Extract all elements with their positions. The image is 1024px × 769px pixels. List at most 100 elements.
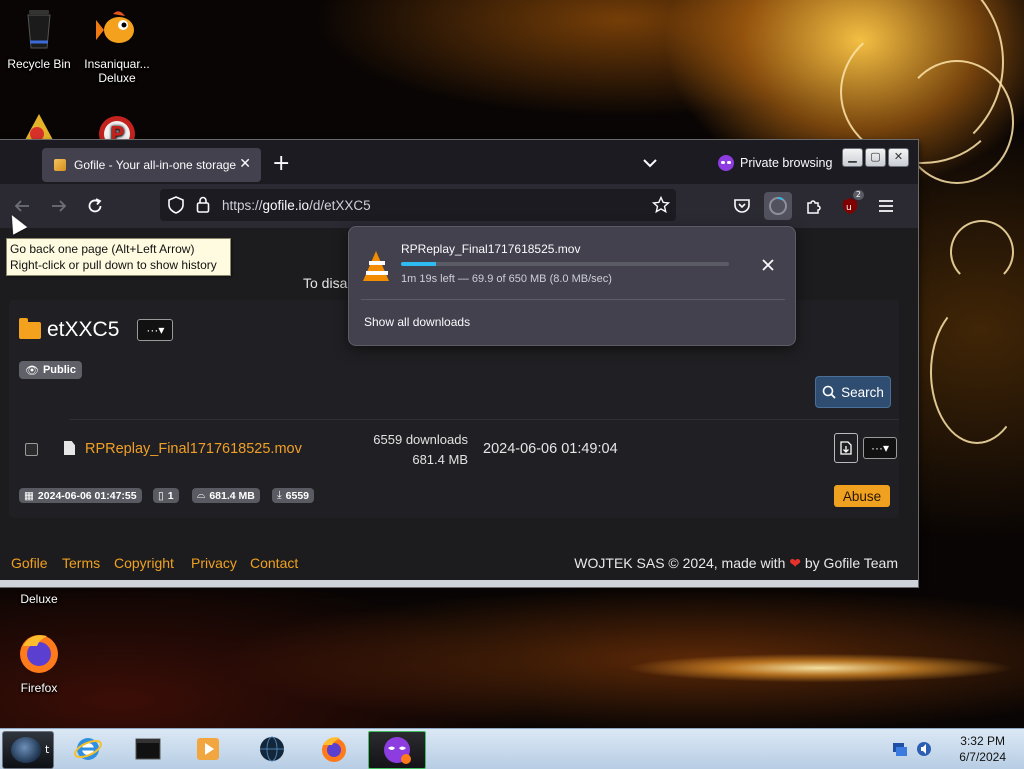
vlc-cone-stripe (366, 271, 388, 275)
cancel-download-button[interactable] (758, 255, 778, 275)
url-text[interactable]: https://gofile.io/d/etXXC5 (222, 198, 371, 213)
footer-link-gofile[interactable]: Gofile (11, 555, 48, 571)
total-downloads-pill: ⤓ 6559 (272, 488, 315, 503)
file-download-count: 6559 downloads (373, 432, 468, 447)
reload-icon (88, 198, 102, 213)
taskbar-firefox[interactable] (306, 731, 362, 767)
file-count-pill: ▯ 1 (153, 488, 179, 503)
tab-gofile[interactable]: Gofile - Your all-in-one storage ✕ (42, 148, 261, 182)
reload-button[interactable] (83, 194, 107, 218)
tab-close-icon[interactable]: ✕ (239, 157, 251, 171)
search-button-label: Search (841, 384, 884, 400)
folder-menu-button[interactable]: ···▾ (137, 319, 174, 341)
app-menu-button[interactable] (872, 192, 900, 220)
volume-icon[interactable] (916, 741, 932, 757)
download-file-name: RPReplay_Final1717618525.mov (401, 242, 581, 256)
search-button[interactable]: Search (815, 376, 891, 408)
internet-explorer-icon (74, 738, 102, 760)
start-button[interactable]: t (2, 731, 54, 769)
file-date: 2024-06-06 01:49:04 (483, 441, 618, 457)
desktop-icon-recycle-bin[interactable]: Recycle Bin (0, 6, 78, 71)
total-downloads: 6559 (285, 489, 310, 502)
file-menu-button[interactable]: ···▾ (863, 437, 897, 459)
panel-divider (361, 299, 785, 300)
folder-name: etXXC5 (47, 318, 120, 341)
file-name-link[interactable]: RPReplay_Final1717618525.mov (85, 441, 302, 457)
footer-link-privacy[interactable]: Privacy (191, 555, 237, 571)
taskbar-firefox-private[interactable] (368, 731, 426, 769)
download-status: 1m 19s left — 69.9 of 650 MB (8.0 MB/sec… (401, 273, 612, 285)
files-icon: ▯ (158, 489, 164, 502)
footer-link-terms[interactable]: Terms (62, 555, 100, 571)
footer-credit-prefix: WOJTEK SAS © 2024, made with (574, 555, 786, 571)
tab-title: Gofile - Your all-in-one storage (74, 158, 237, 172)
downloads-button[interactable] (764, 192, 792, 220)
desktop-icon-label: Deluxe (98, 71, 136, 85)
desktop-icon-firefox[interactable]: Firefox (0, 630, 78, 695)
search-icon (822, 385, 836, 399)
taskbar-internet-explorer[interactable] (60, 731, 116, 767)
footer-link-contact[interactable]: Contact (250, 555, 298, 571)
maximize-button[interactable]: ▢ (865, 148, 886, 167)
firefox-private-icon (384, 737, 411, 764)
minimize-button[interactable]: ▁ (842, 148, 863, 167)
system-clock[interactable]: 3:32 PM 6/7/2024 (959, 733, 1006, 765)
forward-button[interactable] (47, 194, 71, 218)
taskbar-media-player[interactable] (180, 731, 236, 767)
shield-icon[interactable] (168, 196, 184, 214)
firefox-window: Gofile - Your all-in-one storage ✕ + Pri… (0, 140, 918, 587)
system-tray: 3:32 PM 6/7/2024 (884, 729, 1024, 769)
file-select-checkbox[interactable] (25, 443, 38, 456)
puzzle-icon (807, 200, 821, 214)
url-scheme: https:// (222, 198, 263, 213)
gofile-favicon-icon (54, 159, 66, 171)
goldfish-icon (96, 11, 134, 43)
file-size: 681.4 MB (412, 452, 468, 467)
file-download-button[interactable] (834, 433, 858, 463)
footer-link-copyright[interactable]: Copyright (114, 555, 174, 571)
address-bar[interactable]: https://gofile.io/d/etXXC5 (160, 189, 676, 221)
close-window-button[interactable]: ✕ (888, 148, 909, 167)
ublock-button[interactable]: u 2 (836, 190, 864, 220)
footer-credit-suffix: by Gofile Team (804, 555, 898, 571)
url-host: gofile.io (262, 198, 310, 213)
public-badge: 👁 Public (19, 361, 82, 379)
pocket-button[interactable] (728, 192, 756, 220)
vlc-cone-icon (363, 251, 389, 281)
vlc-cone-stripe (369, 261, 385, 265)
close-icon (762, 259, 774, 271)
eye-icon: 👁 (25, 364, 39, 377)
abuse-button[interactable]: Abuse (834, 485, 890, 507)
taskbar-globe[interactable] (244, 731, 300, 767)
download-icon: ⤓ (277, 489, 282, 501)
public-badge-label: Public (42, 364, 76, 376)
tab-strip: Gofile - Your all-in-one storage ✕ + Pri… (0, 140, 918, 184)
new-tab-button[interactable]: + (272, 153, 290, 175)
star-icon[interactable] (652, 196, 670, 214)
download-progress-fill (401, 262, 437, 266)
total-size: 681.4 MB (209, 489, 255, 502)
heart-icon: ❤ (789, 555, 801, 571)
file-download-icon (840, 441, 852, 455)
hard-drive-icon: ⌓ (197, 489, 206, 501)
lock-icon[interactable] (196, 196, 210, 213)
taskbar-terminal[interactable] (120, 731, 176, 767)
footer-credit: WOJTEK SAS © 2024, made with ❤ by Gofile… (574, 555, 898, 572)
show-all-downloads-button[interactable]: Show all downloads (364, 315, 470, 329)
divider (69, 419, 899, 420)
desktop-icon-label: Recycle Bin (7, 57, 71, 71)
page-notice-text: To disal (303, 275, 351, 291)
desktop-icon-chuzzle-label: Deluxe (0, 592, 78, 606)
extensions-button[interactable] (800, 192, 828, 220)
start-button-label: t (45, 743, 50, 756)
network-icon[interactable] (892, 741, 908, 757)
chevron-down-icon[interactable] (642, 157, 658, 169)
desktop-icon-insaniquarium[interactable]: Insaniquar... Deluxe (78, 6, 156, 85)
clock-date: 6/7/2024 (959, 750, 1006, 764)
download-progress-bar (401, 262, 729, 266)
terminal-icon (135, 738, 161, 760)
arrow-right-icon (52, 200, 67, 212)
taskbar: t 3:32 PM 6/7/2024 (0, 728, 1024, 769)
created-date: 2024-06-06 01:47:55 (37, 489, 137, 502)
download-progress-icon (769, 197, 787, 215)
